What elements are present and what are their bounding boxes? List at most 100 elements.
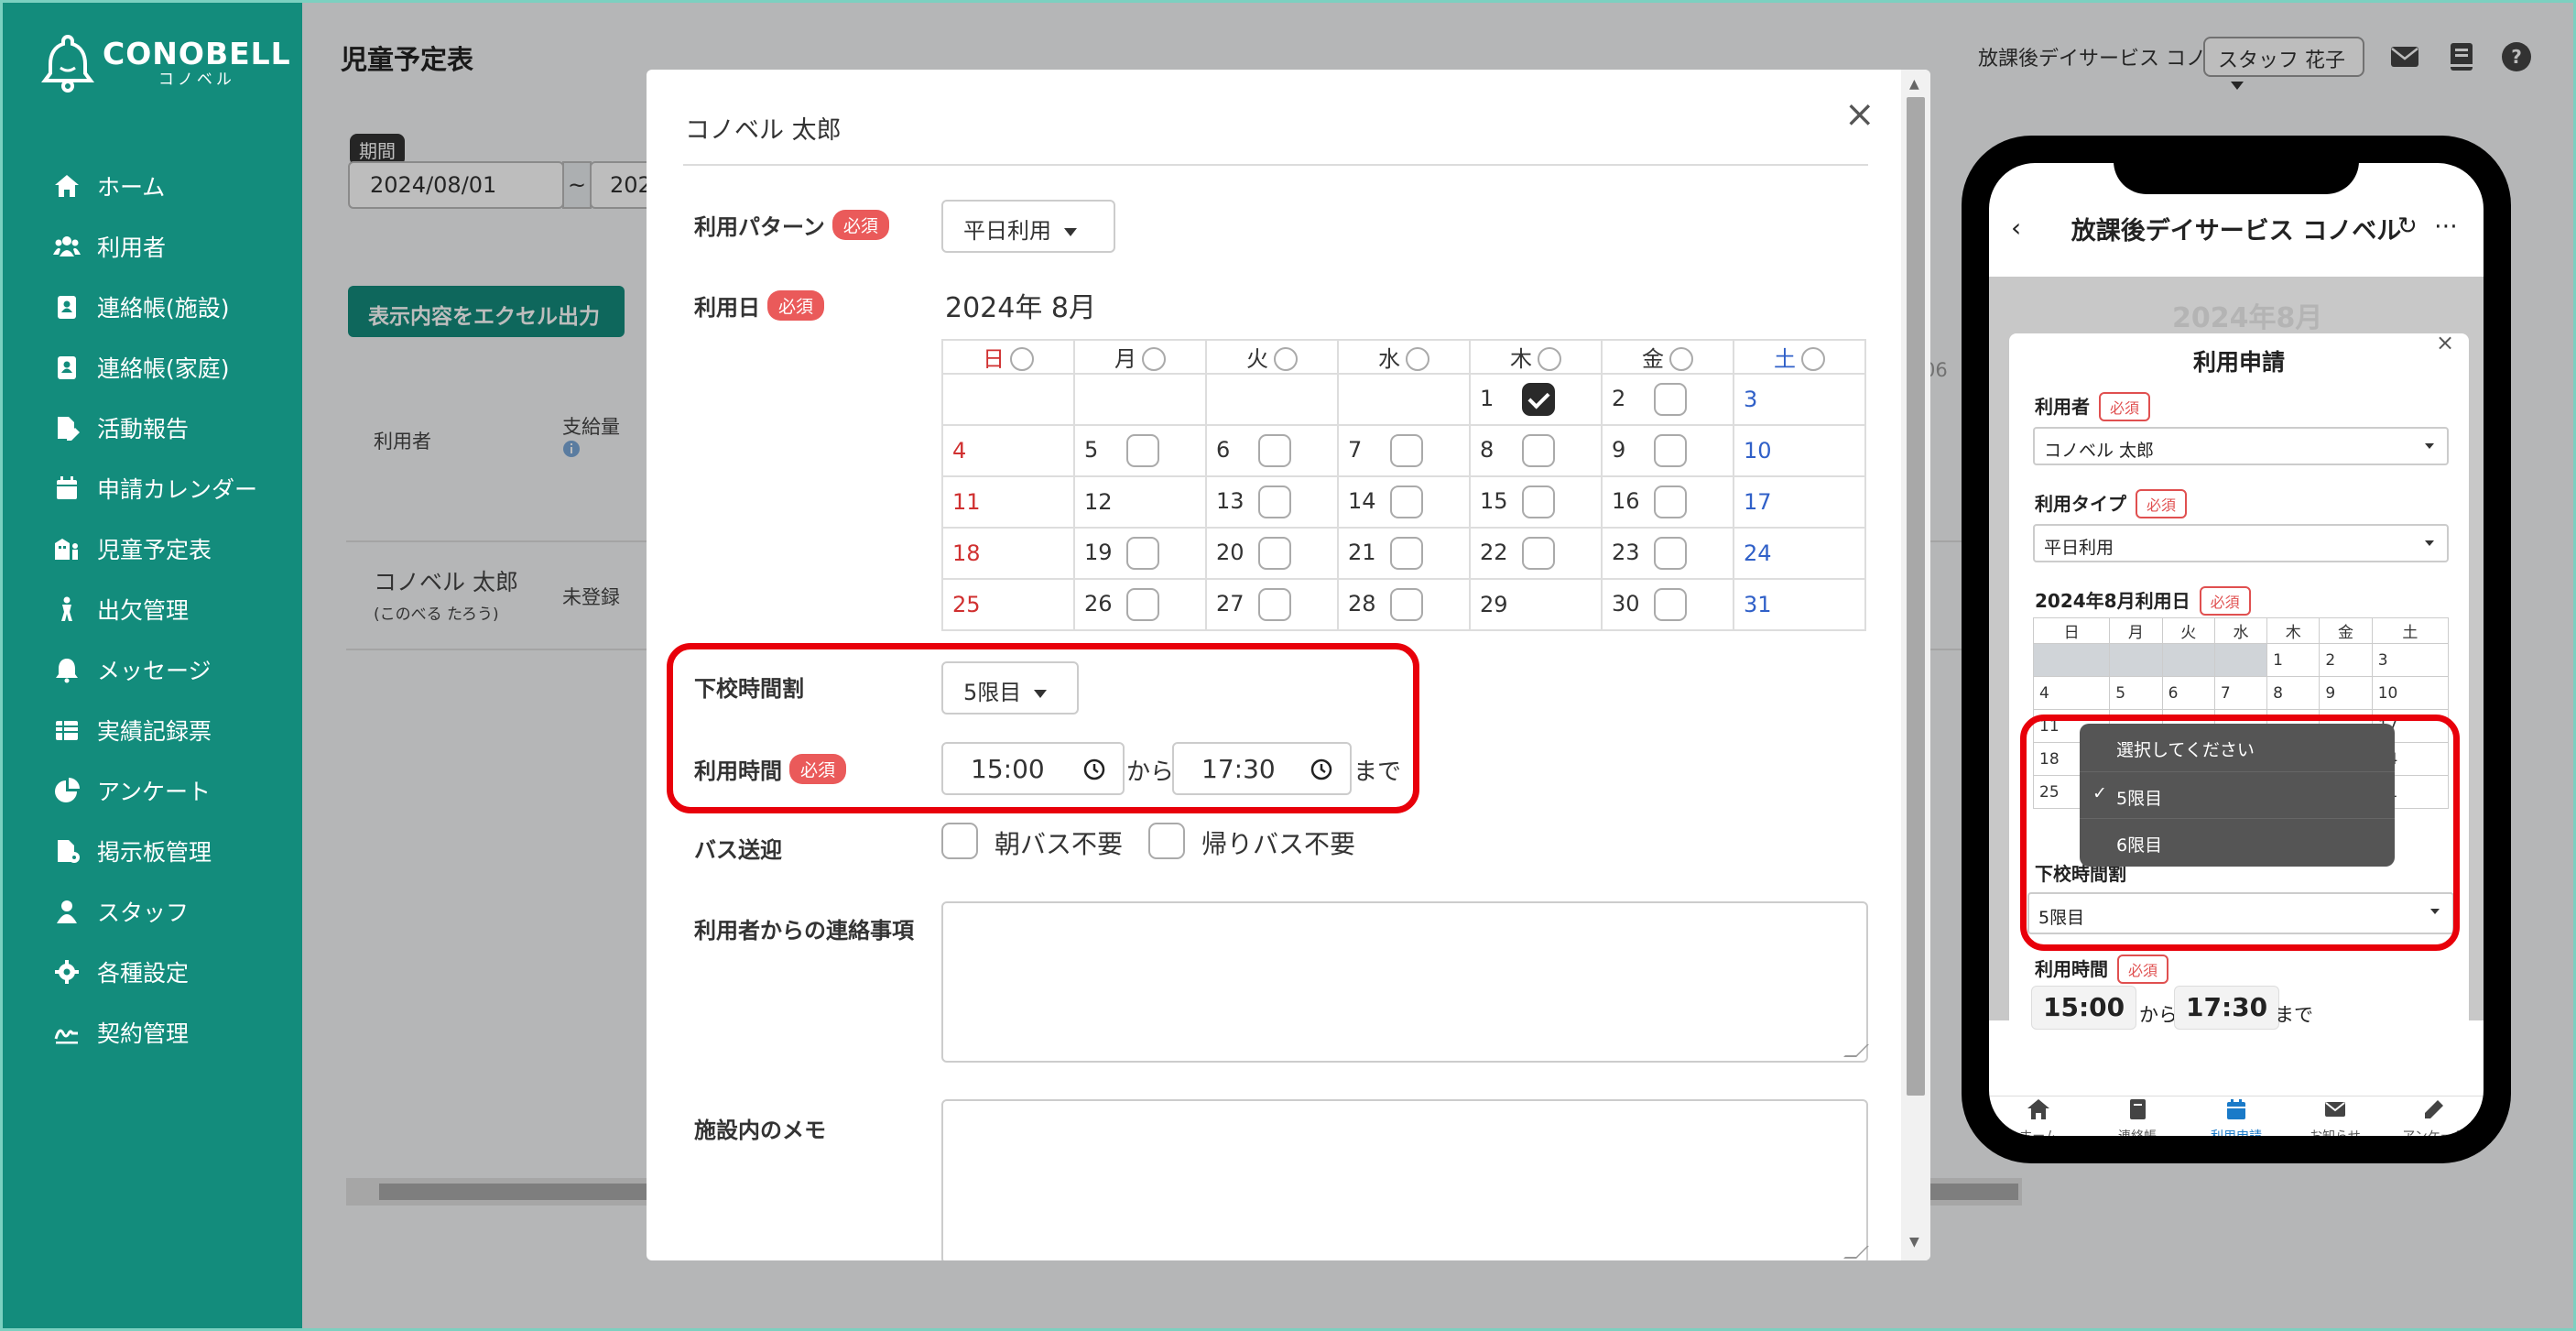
sidebar-item-2[interactable]: 連絡帳(施設): [53, 277, 257, 337]
modal-scrollbar[interactable]: ▲ ▼: [1901, 70, 1930, 1260]
ph-user-select[interactable]: コノベル 太郎: [2033, 427, 2449, 465]
sidebar-item-10[interactable]: アンケート: [53, 760, 257, 821]
ph-calendar-day[interactable]: 1: [2266, 643, 2321, 677]
phone-tab-4[interactable]: アンケート: [2385, 1097, 2484, 1136]
day-checkbox[interactable]: [1522, 383, 1555, 416]
phone-tab-2[interactable]: 利用申請: [2187, 1097, 2286, 1136]
pattern-select[interactable]: 平日利用: [941, 200, 1115, 253]
phone-tab-1[interactable]: 連絡帳: [2088, 1097, 2187, 1136]
day-checkbox[interactable]: [1390, 588, 1423, 621]
weekday-toggle[interactable]: [1801, 347, 1825, 371]
day-checkbox[interactable]: [1522, 485, 1555, 518]
sidebar-item-8[interactable]: メッセージ: [53, 639, 257, 700]
weekday-toggle[interactable]: [1669, 347, 1693, 371]
ph-calendar-day[interactable]: 5: [2109, 676, 2163, 710]
sidebar-item-11[interactable]: 掲示板管理: [53, 821, 257, 881]
sidebar-item-9[interactable]: 実績記録票: [53, 700, 257, 760]
day-checkbox[interactable]: [1654, 588, 1687, 621]
ph-calendar-day[interactable]: 9: [2319, 676, 2373, 710]
day-checkbox[interactable]: [1126, 537, 1159, 570]
calendar-day-cell[interactable]: 5: [1073, 424, 1207, 477]
scrollbar-thumb[interactable]: [1907, 97, 1925, 1096]
sidebar-item-3[interactable]: 連絡帳(家庭): [53, 337, 257, 398]
sidebar-item-7[interactable]: 出欠管理: [53, 579, 257, 639]
calendar-day-cell[interactable]: 29: [1469, 578, 1603, 631]
calendar-day-cell[interactable]: 3: [1733, 373, 1866, 426]
return-bus-checkbox[interactable]: [1148, 823, 1185, 859]
day-checkbox[interactable]: [1390, 434, 1423, 467]
ph-calendar-day[interactable]: [2032, 643, 2111, 677]
calendar-day-cell[interactable]: 27: [1205, 578, 1339, 631]
day-checkbox[interactable]: [1654, 383, 1687, 416]
calendar-day-cell[interactable]: 13: [1205, 475, 1339, 529]
calendar-day-cell[interactable]: 16: [1601, 475, 1734, 529]
morning-bus-label[interactable]: 朝バス不要: [995, 824, 1123, 861]
resize-handle[interactable]: [1843, 1044, 1869, 1057]
day-checkbox[interactable]: [1258, 588, 1291, 621]
calendar-day-cell[interactable]: 25: [941, 578, 1075, 631]
ph-start-time[interactable]: 15:00: [2031, 986, 2137, 1030]
weekday-toggle[interactable]: [1274, 347, 1298, 371]
day-checkbox[interactable]: [1126, 434, 1159, 467]
calendar-day-cell[interactable]: 23: [1601, 527, 1734, 580]
sidebar-item-13[interactable]: 各種設定: [53, 942, 257, 1002]
day-checkbox[interactable]: [1654, 434, 1687, 467]
calendar-day-cell[interactable]: 7: [1337, 424, 1471, 477]
ph-calendar-day[interactable]: 4: [2032, 676, 2111, 710]
calendar-day-cell[interactable]: 12: [1073, 475, 1207, 529]
return-bus-label[interactable]: 帰りバス不要: [1201, 824, 1355, 861]
calendar-day-cell[interactable]: 21: [1337, 527, 1471, 580]
more-icon[interactable]: ⋯: [2434, 213, 2458, 240]
sidebar-item-14[interactable]: 契約管理: [53, 1002, 257, 1063]
day-checkbox[interactable]: [1522, 434, 1555, 467]
ph-type-select[interactable]: 平日利用: [2033, 524, 2449, 562]
calendar-day-cell[interactable]: 2: [1601, 373, 1734, 426]
sidebar-item-12[interactable]: スタッフ: [53, 881, 257, 942]
calendar-day-cell[interactable]: 1: [1469, 373, 1603, 426]
phone-tab-3[interactable]: お知らせ: [2286, 1097, 2385, 1136]
refresh-icon[interactable]: ↻: [2397, 213, 2418, 240]
calendar-day-cell[interactable]: 20: [1205, 527, 1339, 580]
day-checkbox[interactable]: [1258, 434, 1291, 467]
calendar-day-cell[interactable]: 26: [1073, 578, 1207, 631]
ph-calendar-day[interactable]: [2213, 643, 2268, 677]
weekday-toggle[interactable]: [1142, 347, 1166, 371]
sidebar-item-0[interactable]: ホーム: [53, 156, 257, 216]
sidebar-item-5[interactable]: 申請カレンダー: [53, 458, 257, 518]
memo-textarea[interactable]: [941, 1099, 1869, 1260]
calendar-day-cell[interactable]: 22: [1469, 527, 1603, 580]
scroll-down-icon[interactable]: ▼: [1909, 1235, 1919, 1249]
ph-calendar-day[interactable]: 6: [2161, 676, 2215, 710]
phone-tab-0[interactable]: ホーム: [1989, 1097, 2088, 1136]
ph-calendar-day[interactable]: [2109, 643, 2163, 677]
calendar-day-cell[interactable]: 28: [1337, 578, 1471, 631]
calendar-day-cell[interactable]: 4: [941, 424, 1075, 477]
calendar-day-cell[interactable]: 17: [1733, 475, 1866, 529]
day-checkbox[interactable]: [1654, 485, 1687, 518]
calendar-day-cell[interactable]: 9: [1601, 424, 1734, 477]
calendar-day-cell[interactable]: 8: [1469, 424, 1603, 477]
calendar-day-cell[interactable]: 24: [1733, 527, 1866, 580]
logo[interactable]: CONOBELL コノベル: [40, 33, 291, 93]
day-checkbox[interactable]: [1258, 485, 1291, 518]
ph-calendar-day[interactable]: 7: [2213, 676, 2268, 710]
ph-end-time[interactable]: 17:30: [2174, 986, 2280, 1030]
morning-bus-checkbox[interactable]: [941, 823, 978, 859]
close-icon[interactable]: ×: [1844, 93, 1875, 136]
calendar-day-cell[interactable]: 31: [1733, 578, 1866, 631]
weekday-toggle[interactable]: [1406, 347, 1429, 371]
calendar-day-cell[interactable]: 30: [1601, 578, 1734, 631]
calendar-day-cell[interactable]: 14: [1337, 475, 1471, 529]
ph-calendar-day[interactable]: 2: [2319, 643, 2373, 677]
day-checkbox[interactable]: [1126, 588, 1159, 621]
calendar-day-cell[interactable]: 19: [1073, 527, 1207, 580]
sidebar-item-1[interactable]: 利用者: [53, 216, 257, 277]
calendar-day-cell[interactable]: 18: [941, 527, 1075, 580]
day-checkbox[interactable]: [1654, 537, 1687, 570]
contact-textarea[interactable]: [941, 901, 1869, 1063]
day-checkbox[interactable]: [1522, 537, 1555, 570]
weekday-toggle[interactable]: [1010, 347, 1034, 371]
close-icon[interactable]: ×: [2436, 330, 2454, 355]
calendar-day-cell[interactable]: 15: [1469, 475, 1603, 529]
ph-calendar-day[interactable]: 10: [2371, 676, 2450, 710]
